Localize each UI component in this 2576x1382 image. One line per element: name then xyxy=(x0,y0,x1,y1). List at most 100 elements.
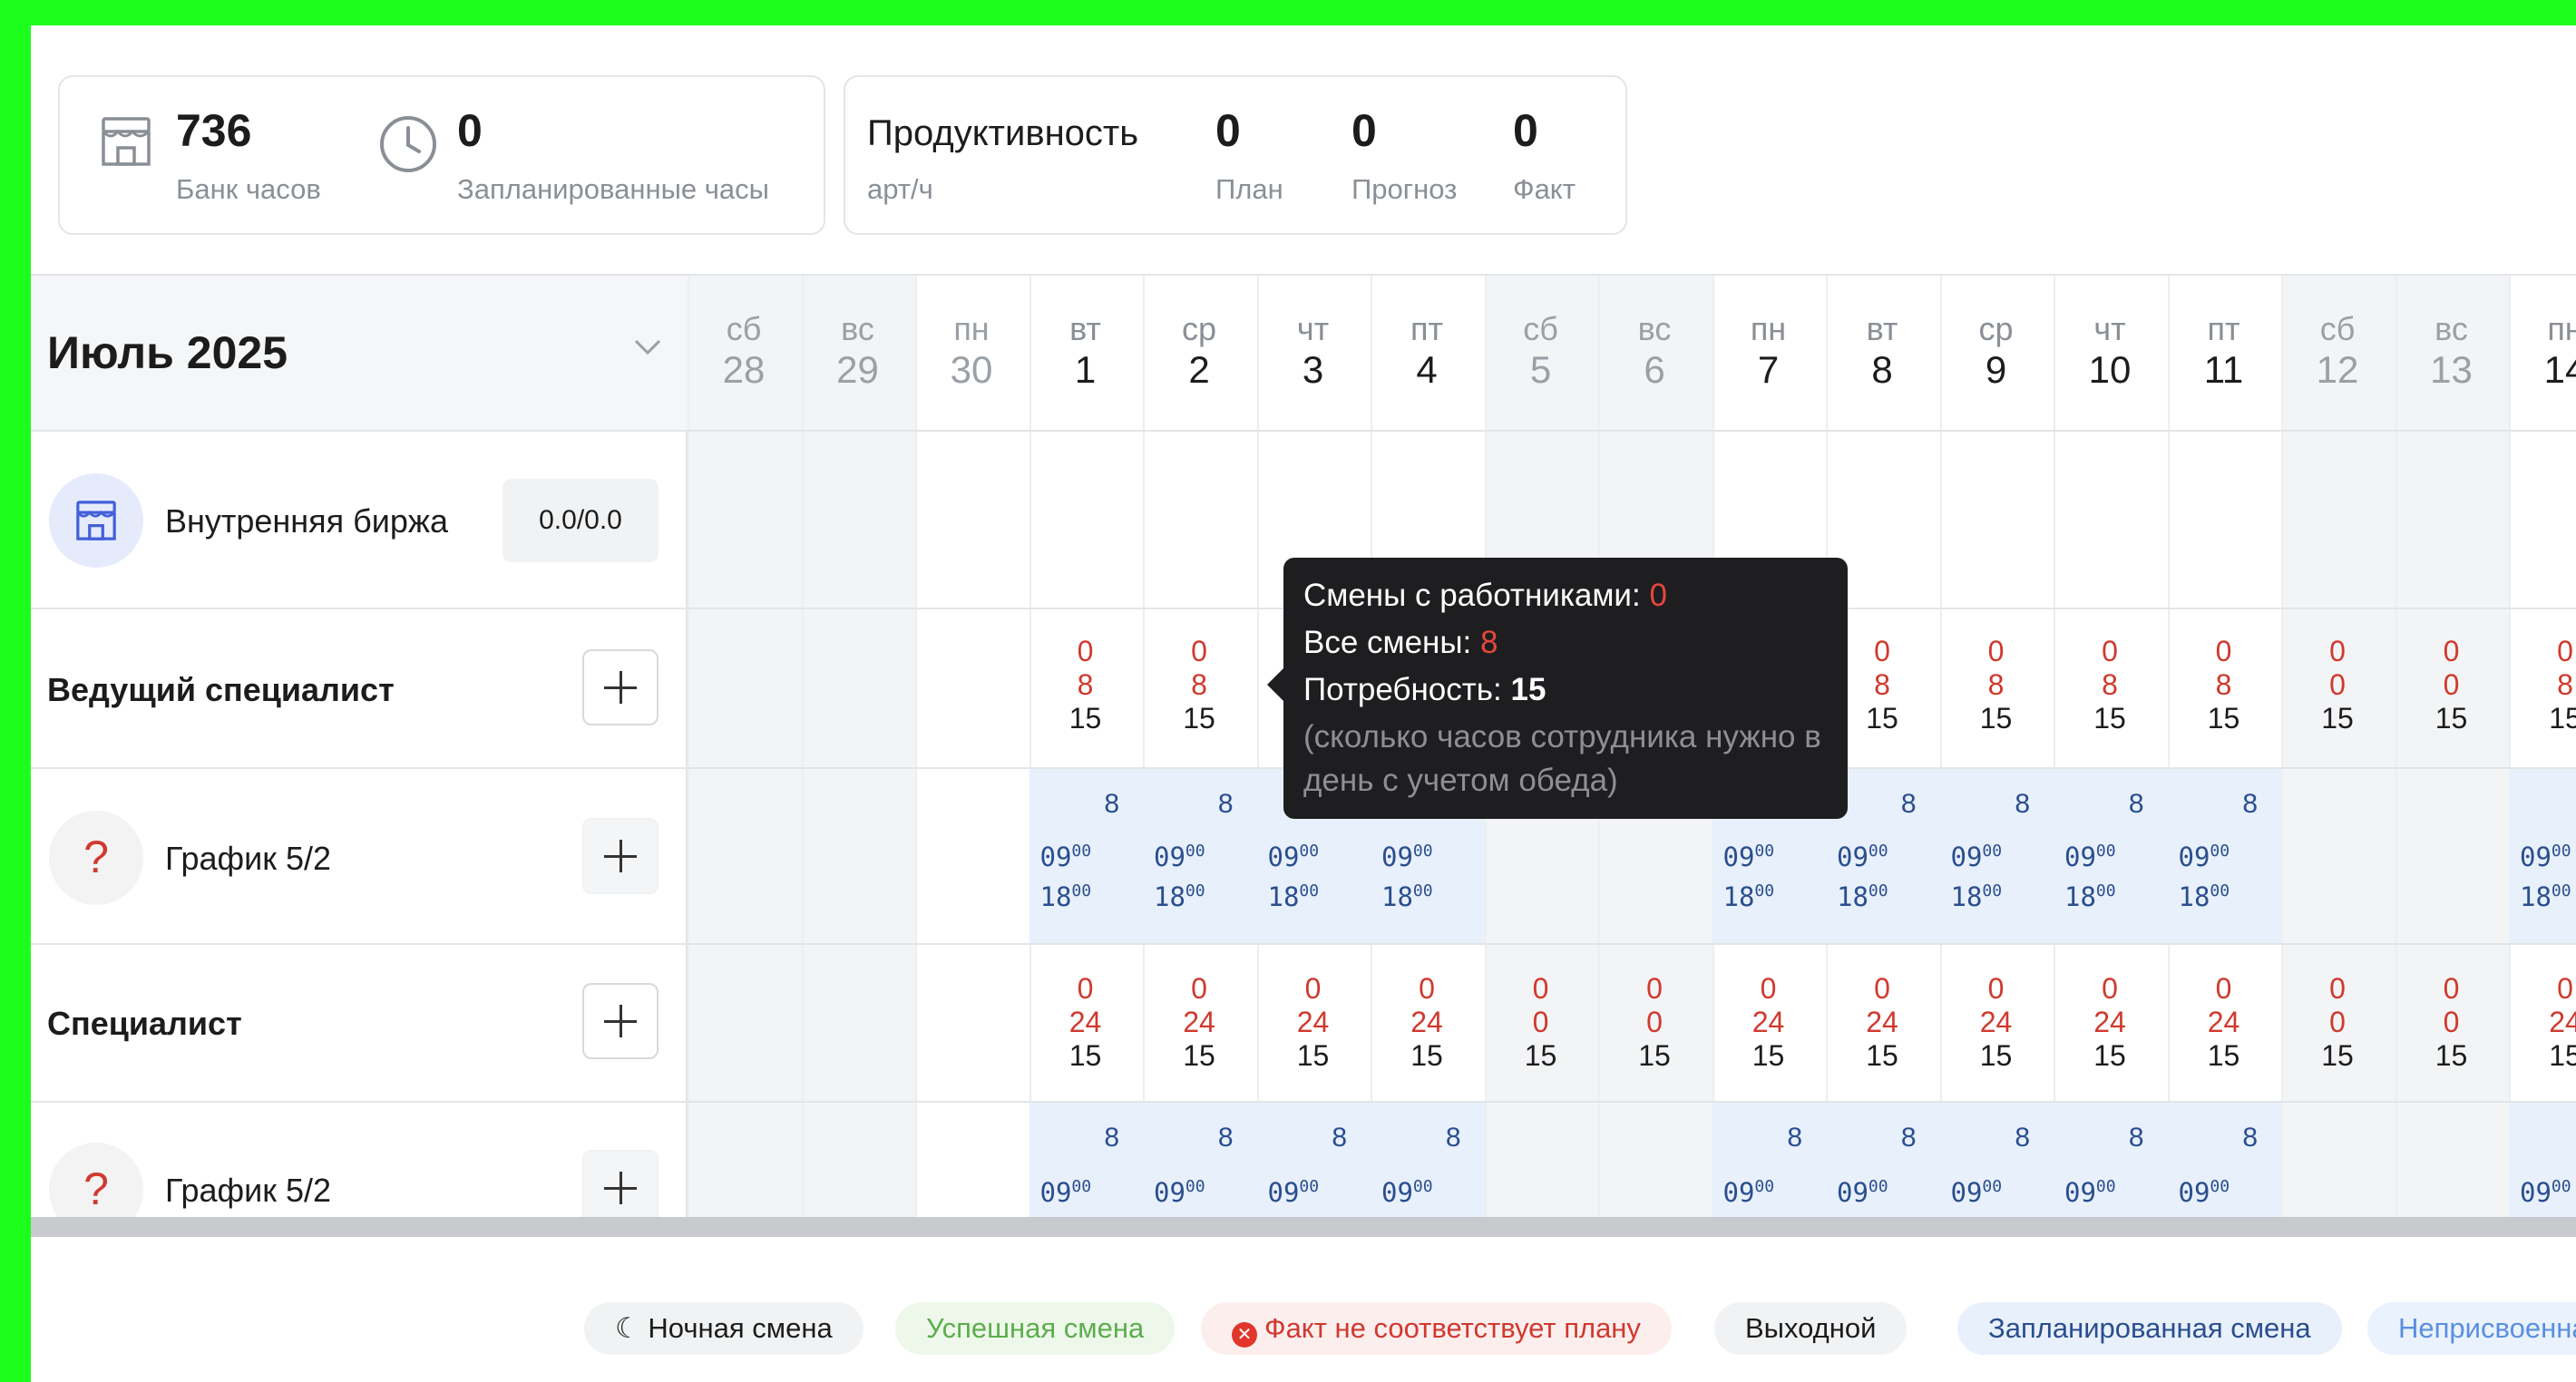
day-header[interactable]: вт 8 xyxy=(1826,274,1938,428)
add-schedule-employee-button[interactable] xyxy=(582,1150,659,1217)
day-of-week: ср xyxy=(1181,310,1217,347)
day-of-week: сб xyxy=(2319,310,2356,347)
planned-shift-cell[interactable]: 80900 xyxy=(1256,1103,1371,1217)
specialist-coverage-cell[interactable]: 0 24 15 xyxy=(1143,972,1255,1073)
coverage-value: 24 xyxy=(2207,1006,2240,1038)
shift-end-time: 1800 xyxy=(1039,881,1092,912)
day-header[interactable]: вт 1 xyxy=(1029,274,1142,428)
coverage-value: 0 xyxy=(1077,972,1094,1005)
coverage-value: 0 xyxy=(2443,635,2460,667)
coverage-value: 8 xyxy=(1077,668,1094,701)
lead-coverage-cell[interactable]: 0815 xyxy=(2509,635,2576,735)
planned-shift-cell[interactable]: 80900 xyxy=(2167,1103,2281,1217)
coverage-value: 0 xyxy=(2329,1006,2346,1038)
day-header[interactable]: сб 5 xyxy=(1485,274,1597,428)
day-header[interactable]: сб 28 xyxy=(688,274,800,428)
lead-coverage-cell[interactable]: 0815 xyxy=(1940,635,2053,735)
day-number: 5 xyxy=(1529,348,1552,391)
planned-shift-cell[interactable]: 809001800 xyxy=(2054,769,2168,943)
lead-coverage-cell[interactable]: 0015 xyxy=(2281,635,2394,735)
shift-hours: 8 xyxy=(1445,1123,1461,1153)
day-header[interactable]: вс 6 xyxy=(1598,274,1711,428)
coverage-value: 15 xyxy=(1524,1039,1557,1072)
lead-coverage-cell[interactable]: 0815 xyxy=(2054,635,2166,735)
hours-summary-card: 736 Банк часов 0 Запланированные часы xyxy=(58,75,825,235)
specialist-coverage-cell[interactable]: 0 0 15 xyxy=(1598,972,1711,1073)
planned-shift-cell[interactable]: 80900 xyxy=(1029,1103,1143,1217)
shift-hours: 8 xyxy=(1217,1123,1234,1153)
coverage-value: 0 xyxy=(1191,972,1207,1005)
chevron-down-icon[interactable] xyxy=(633,337,662,357)
day-of-week: вт xyxy=(1069,310,1101,347)
specialist-coverage-cell[interactable]: 0 24 15 xyxy=(2168,972,2280,1073)
planned-shift-cell[interactable]: 80900 xyxy=(1826,1103,1940,1217)
coverage-value: 8 xyxy=(1191,668,1207,701)
specialist-coverage-cell[interactable]: 0 24 15 xyxy=(2509,972,2576,1073)
lead-coverage-cell[interactable]: 0815 xyxy=(1029,635,1142,735)
specialist-coverage-cell[interactable]: 0 24 15 xyxy=(1371,972,1483,1073)
lead-coverage-cell[interactable]: 0815 xyxy=(2168,635,2280,735)
exchange-label: Внутренняя биржа xyxy=(165,502,449,540)
specialist-coverage-cell[interactable]: 0 0 15 xyxy=(2395,972,2508,1073)
coverage-value: 15 xyxy=(1183,1039,1215,1072)
planned-shift-cell[interactable]: 809001800 xyxy=(2509,769,2576,943)
planned-shift-cell[interactable]: 80900 xyxy=(1712,1103,1826,1217)
planned-shift-cell[interactable]: 809001800 xyxy=(1143,769,1257,943)
coverage-value: 24 xyxy=(1296,1006,1330,1038)
day-header[interactable]: вс 29 xyxy=(802,274,914,428)
shift-start-time: 0900 xyxy=(1039,1177,1092,1208)
day-header[interactable]: чт 10 xyxy=(2054,274,2166,428)
planned-shift-cell[interactable]: 80900 xyxy=(1371,1103,1485,1217)
coverage-value: 15 xyxy=(1638,1039,1671,1072)
day-header[interactable]: пн 30 xyxy=(915,274,1028,428)
day-header[interactable]: чт 3 xyxy=(1257,274,1370,428)
add-specialist-schedule-button[interactable] xyxy=(582,983,659,1059)
specialist-coverage-cell[interactable]: 0 0 15 xyxy=(2281,972,2394,1073)
coverage-value: 24 xyxy=(1410,1006,1443,1038)
specialist-coverage-cell[interactable]: 0 24 15 xyxy=(1826,972,1938,1073)
lead-coverage-cell[interactable]: 0815 xyxy=(1143,635,1255,735)
add-lead-schedule-button[interactable] xyxy=(582,649,659,725)
planned-shift-cell[interactable]: 809001800 xyxy=(1939,769,2054,943)
coverage-value: 0 xyxy=(1760,972,1777,1005)
coverage-value: 24 xyxy=(1979,1006,2013,1038)
shift-hours: 8 xyxy=(2128,1123,2144,1153)
specialist-coverage-cell[interactable]: 0 24 15 xyxy=(1257,972,1370,1073)
day-header[interactable]: пн 14 xyxy=(2509,274,2576,428)
day-header[interactable]: вс 13 xyxy=(2395,274,2508,428)
day-header[interactable]: пт 11 xyxy=(2168,274,2280,428)
planned-shift-cell[interactable]: 80900 xyxy=(1939,1103,2054,1217)
fact-label: Факт xyxy=(1513,173,1576,205)
day-header[interactable]: пт 4 xyxy=(1371,274,1483,428)
planned-shift-cell[interactable]: 809001800 xyxy=(1029,769,1143,943)
planned-shift-cell[interactable]: 80900 xyxy=(2509,1103,2576,1217)
specialist-coverage-cell[interactable]: 0 24 15 xyxy=(1940,972,2053,1073)
planned-shift-cell[interactable]: 809001800 xyxy=(2167,769,2281,943)
planned-shift-cell[interactable]: 80900 xyxy=(1143,1103,1257,1217)
specialist-coverage-cell[interactable]: 0 0 15 xyxy=(1485,972,1597,1073)
day-header[interactable]: ср 9 xyxy=(1940,274,2053,428)
day-header[interactable]: сб 12 xyxy=(2281,274,2394,428)
specialist-coverage-cell[interactable]: 0 24 15 xyxy=(1712,972,1825,1073)
day-number: 14 xyxy=(2543,348,2576,391)
add-schedule-employee-button[interactable] xyxy=(582,818,659,894)
question-icon: ? xyxy=(83,832,109,882)
shift-hours: 8 xyxy=(1332,1123,1347,1153)
day-header[interactable]: пн 7 xyxy=(1712,274,1825,428)
specialist-coverage-cell[interactable]: 0 24 15 xyxy=(1029,972,1142,1073)
screen-frame-left xyxy=(0,0,31,1382)
coverage-value: 15 xyxy=(1068,1039,1102,1072)
horizontal-scrollbar[interactable] xyxy=(31,1217,2576,1237)
coverage-value: 24 xyxy=(1068,1006,1102,1038)
shift-start-time: 0900 xyxy=(1039,842,1092,872)
planned-shift-cell[interactable]: 80900 xyxy=(2054,1103,2168,1217)
legend-planned-shift: Запланированная смена xyxy=(1957,1302,2342,1355)
coverage-value: 24 xyxy=(1751,1006,1785,1038)
specialist-coverage-cell[interactable]: 0 24 15 xyxy=(2054,972,2166,1073)
coverage-value: 0 xyxy=(1646,1006,1663,1038)
lead-coverage-cell[interactable]: 0015 xyxy=(2395,635,2508,735)
day-number: 10 xyxy=(2088,348,2132,391)
shift-end-time: 1800 xyxy=(2064,881,2116,912)
exchange-value-badge[interactable]: 0.0/0.0 xyxy=(503,479,659,562)
day-header[interactable]: ср 2 xyxy=(1143,274,1255,428)
